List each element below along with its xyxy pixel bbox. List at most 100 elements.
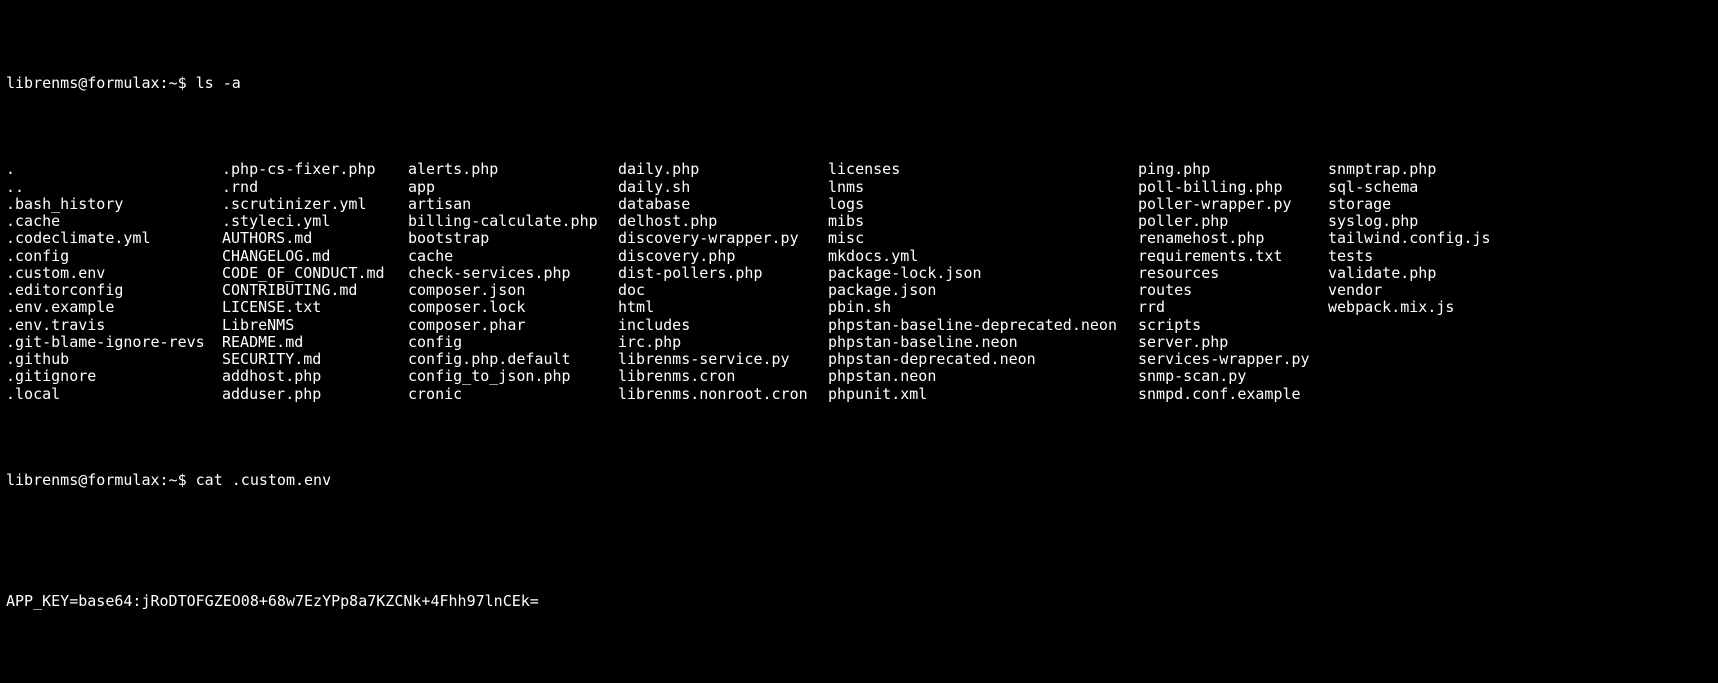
command-ls: ls -a [196,74,241,92]
ls-entry: sql-schema [1328,179,1712,196]
ls-output: . .php-cs-fixer.php alerts.php daily.php… [6,161,1712,403]
ls-entry: cache [408,248,618,265]
ls-entry: daily.sh [618,179,828,196]
ls-entry: pbin.sh [828,299,1138,316]
ls-entry: snmp-scan.py [1138,368,1328,385]
ls-entry: config.php.default [408,351,618,368]
ls-entry: licenses [828,161,1138,178]
ls-entry: .git-blame-ignore-revs [6,334,222,351]
prompt-line-ls: librenms@formulax:~$ ls -a [6,75,1712,92]
ls-entry: discovery.php [618,248,828,265]
ls-entry: database [618,196,828,213]
ls-entry: .env.travis [6,317,222,334]
ls-entry: bootstrap [408,230,618,247]
ls-entry [1328,368,1712,385]
ls-entry: .custom.env [6,265,222,282]
ls-entry: poll-billing.php [1138,179,1328,196]
ls-entry: CHANGELOG.md [222,248,408,265]
ls-entry: SECURITY.md [222,351,408,368]
ls-entry: lnms [828,179,1138,196]
ls-entry: LibreNMS [222,317,408,334]
ls-entry [1328,334,1712,351]
ls-entry [1328,317,1712,334]
ls-entry: .scrutinizer.yml [222,196,408,213]
ls-entry: config [408,334,618,351]
ls-entry: phpstan-baseline-deprecated.neon [828,317,1138,334]
ls-entry: syslog.php [1328,213,1712,230]
ls-entry: snmptrap.php [1328,161,1712,178]
env-app-key: APP_KEY=base64:jRoDTOFGZEO08+68w7EzYPp8a… [6,593,1712,610]
ls-entry: tailwind.config.js [1328,230,1712,247]
ls-entry: server.php [1138,334,1328,351]
ls-entry: librenms.cron [618,368,828,385]
ls-entry: delhost.php [618,213,828,230]
ls-entry: webpack.mix.js [1328,299,1712,316]
ls-entry: rrd [1138,299,1328,316]
ls-entry: composer.phar [408,317,618,334]
ls-entry: discovery-wrapper.py [618,230,828,247]
ls-entry [1328,351,1712,368]
ls-entry: includes [618,317,828,334]
ls-entry: .styleci.yml [222,213,408,230]
ls-entry: irc.php [618,334,828,351]
ls-entry: vendor [1328,282,1712,299]
ls-entry: poller-wrapper.py [1138,196,1328,213]
shell-prompt: librenms@formulax:~$ [6,74,187,92]
ls-entry: cronic [408,386,618,403]
ls-entry: composer.json [408,282,618,299]
ls-entry: .codeclimate.yml [6,230,222,247]
ls-entry: composer.lock [408,299,618,316]
ls-entry: AUTHORS.md [222,230,408,247]
ls-entry: CONTRIBUTING.md [222,282,408,299]
ls-entry: validate.php [1328,265,1712,282]
ls-entry: misc [828,230,1138,247]
ls-entry: mibs [828,213,1138,230]
ls-entry: ping.php [1138,161,1328,178]
cat-output: APP_KEY=base64:jRoDTOFGZEO08+68w7EzYPp8a… [6,558,1712,683]
ls-entry: check-services.php [408,265,618,282]
ls-entry: scripts [1138,317,1328,334]
ls-entry: .config [6,248,222,265]
ls-entry: .rnd [222,179,408,196]
ls-entry: renamehost.php [1138,230,1328,247]
ls-entry: tests [1328,248,1712,265]
blank-line [6,644,1712,661]
ls-entry: adduser.php [222,386,408,403]
ls-entry: mkdocs.yml [828,248,1138,265]
ls-entry: CODE_OF_CONDUCT.md [222,265,408,282]
ls-entry: services-wrapper.py [1138,351,1328,368]
prompt-line-cat: librenms@formulax:~$ cat .custom.env [6,472,1712,489]
ls-entry: . [6,161,222,178]
ls-entry: snmpd.conf.example [1138,386,1328,403]
ls-entry: logs [828,196,1138,213]
ls-entry: requirements.txt [1138,248,1328,265]
ls-entry: README.md [222,334,408,351]
ls-entry: package-lock.json [828,265,1138,282]
ls-entry: config_to_json.php [408,368,618,385]
ls-entry: html [618,299,828,316]
ls-entry: .editorconfig [6,282,222,299]
ls-entry: librenms.nonroot.cron [618,386,828,403]
ls-entry: LICENSE.txt [222,299,408,316]
ls-entry: .. [6,179,222,196]
ls-entry: routes [1138,282,1328,299]
terminal[interactable]: librenms@formulax:~$ ls -a . .php-cs-fix… [0,0,1718,683]
command-cat: cat .custom.env [196,471,331,489]
ls-entry: phpstan-baseline.neon [828,334,1138,351]
ls-entry: resources [1138,265,1328,282]
ls-entry: dist-pollers.php [618,265,828,282]
ls-entry: .env.example [6,299,222,316]
ls-entry: alerts.php [408,161,618,178]
ls-entry: app [408,179,618,196]
ls-entry: addhost.php [222,368,408,385]
ls-entry: doc [618,282,828,299]
ls-entry: .gitignore [6,368,222,385]
ls-entry: poller.php [1138,213,1328,230]
ls-entry: .github [6,351,222,368]
ls-entry: .local [6,386,222,403]
ls-entry: .cache [6,213,222,230]
ls-entry: artisan [408,196,618,213]
ls-entry: phpstan.neon [828,368,1138,385]
ls-entry: .bash_history [6,196,222,213]
ls-entry: phpunit.xml [828,386,1138,403]
